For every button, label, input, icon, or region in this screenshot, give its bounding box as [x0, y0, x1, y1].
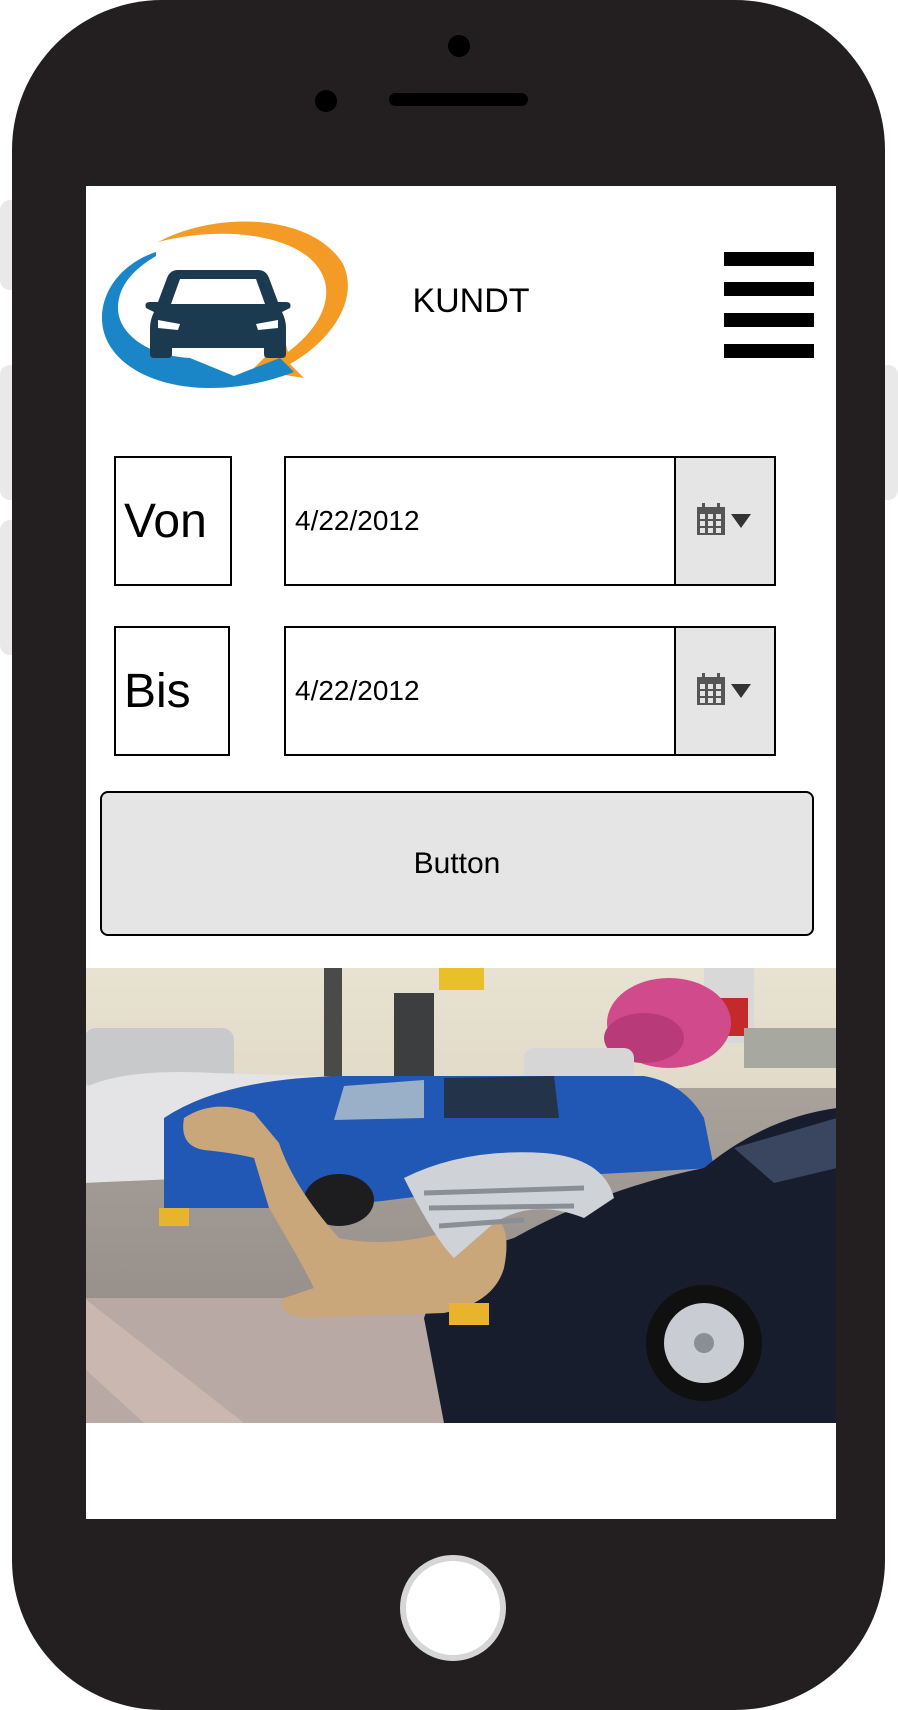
front-camera — [448, 35, 470, 57]
from-label: Von — [114, 456, 232, 586]
from-date-value[interactable]: 4/22/2012 — [295, 458, 420, 584]
to-date-value[interactable]: 4/22/2012 — [295, 628, 420, 754]
earpiece-speaker — [389, 93, 528, 106]
to-date-picker[interactable]: 4/22/2012 — [284, 626, 776, 756]
app-title: KUNDT — [412, 282, 530, 320]
phone-frame: KUNDT Von 4/22/2012 Bis 4/22/2012 Button — [12, 0, 885, 1710]
from-date-picker-button[interactable] — [674, 458, 774, 584]
to-label: Bis — [114, 626, 230, 756]
app-screen: KUNDT Von 4/22/2012 Bis 4/22/2012 Button — [86, 186, 836, 1519]
calendar-icon — [697, 503, 751, 535]
car-sync-logo-icon — [101, 221, 348, 389]
hamburger-menu-icon[interactable] — [724, 252, 814, 358]
home-button[interactable] — [400, 1555, 506, 1661]
camel-photo — [86, 968, 836, 1423]
submit-button[interactable]: Button — [100, 791, 814, 936]
to-date-picker-button[interactable] — [674, 628, 774, 754]
from-date-picker[interactable]: 4/22/2012 — [284, 456, 776, 586]
proximity-sensor — [315, 90, 337, 112]
calendar-icon — [697, 673, 751, 705]
